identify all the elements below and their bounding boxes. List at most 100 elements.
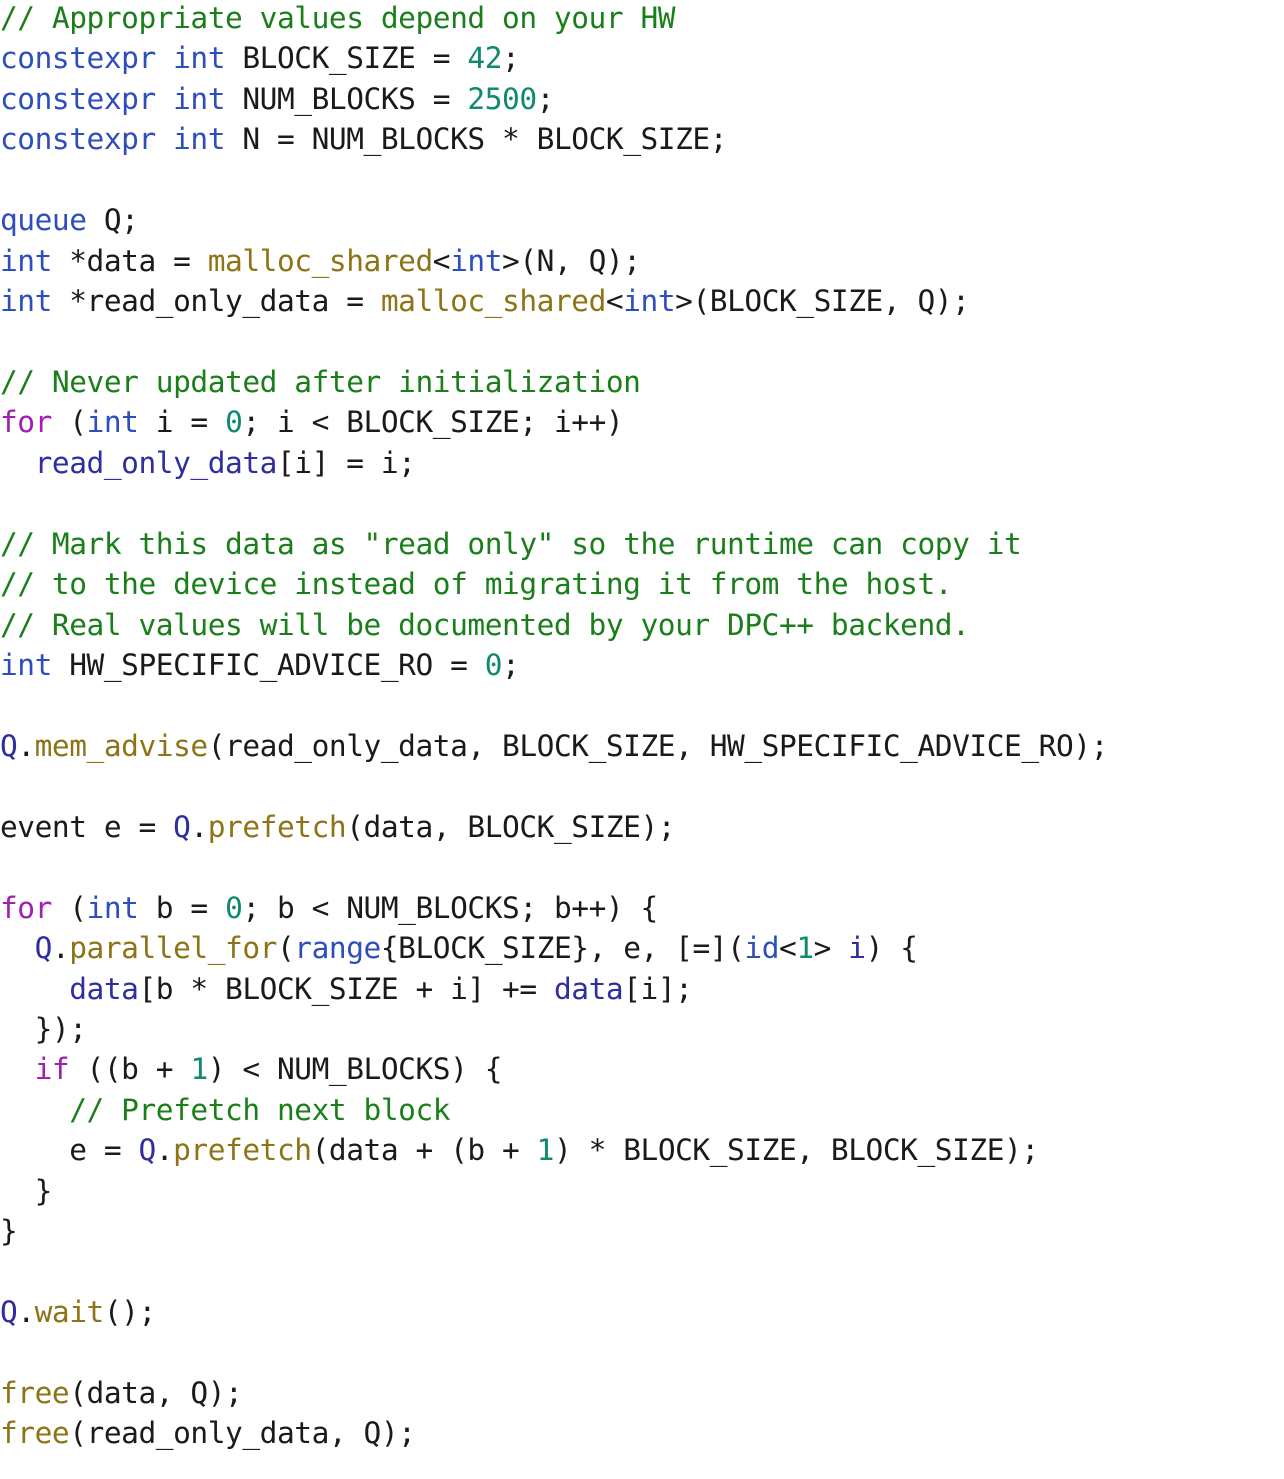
code-token: range [294, 931, 381, 966]
code-token: constexpr [0, 41, 156, 76]
code-token: . [190, 809, 208, 844]
code-token: // Never updated after initialization [0, 364, 641, 399]
code-line: int *read_only_data = malloc_shared<int>… [0, 281, 1108, 321]
code-token: queue [0, 203, 87, 238]
code-line: // Mark this data as "read only" so the … [0, 524, 1108, 564]
code-line: // Appropriate values depend on your HW [0, 0, 1108, 38]
code-line: int HW_SPECIFIC_ADVICE_RO = 0; [0, 645, 1108, 685]
code-token: i [848, 931, 866, 966]
code-token: int [173, 41, 226, 76]
code-token: e = [0, 1133, 139, 1168]
code-token: Q [0, 728, 18, 763]
code-token: // Prefetch next block [69, 1092, 451, 1127]
code-token: int [173, 122, 226, 157]
code-token: prefetch [173, 1133, 312, 1168]
code-token: Q [173, 809, 191, 844]
code-token: parallel_for [69, 931, 277, 966]
code-token: >(N, Q); [502, 243, 641, 278]
code-token: ; [502, 41, 520, 76]
code-token: prefetch [207, 809, 347, 844]
code-line: constexpr int BLOCK_SIZE = 42; [0, 38, 1108, 78]
code-line: for (int i = 0; i < BLOCK_SIZE; i++) [0, 402, 1108, 442]
code-line: int *data = malloc_shared<int>(N, Q); [0, 241, 1108, 281]
code-token: (data, Q); [69, 1375, 243, 1410]
code-line: constexpr int N = NUM_BLOCKS * BLOCK_SIZ… [0, 119, 1108, 159]
code-token: malloc_shared [380, 284, 606, 319]
code-token: int [86, 405, 139, 440]
code-token: int [0, 243, 52, 278]
code-token: 1 [536, 1133, 555, 1168]
code-token: malloc_shared [207, 243, 433, 278]
code-token: read_only_data [34, 445, 278, 480]
code-token: for [0, 890, 52, 925]
code-token: wait [34, 1295, 105, 1329]
code-token: free [0, 1375, 70, 1410]
code-token: ; [502, 648, 520, 682]
code-token: > [813, 931, 849, 966]
code-token: Q [138, 1133, 156, 1168]
code-token: 0 [484, 648, 503, 682]
code-token: (read_only_data, BLOCK_SIZE, HW_SPECIFIC… [207, 728, 1109, 763]
code-token: 42 [467, 41, 503, 76]
code-token: Q; [86, 203, 139, 238]
code-token: {BLOCK_SIZE}, e, [=]( [380, 931, 745, 966]
code-token: int [0, 284, 52, 319]
code-line: Q.wait(); [0, 1292, 1108, 1332]
code-line: data[b * BLOCK_SIZE + i] += data[i]; [0, 969, 1108, 1009]
code-line: } [0, 1211, 1108, 1251]
code-token: NUM_BLOCKS = [225, 81, 468, 116]
code-token: int [0, 648, 52, 682]
code-line: // to the device instead of migrating it… [0, 564, 1108, 604]
code-token: free [0, 1416, 70, 1451]
code-token: . [51, 931, 70, 966]
code-listing[interactable]: // Appropriate values depend on your HW c… [0, 0, 1108, 1454]
code-token: }); [0, 1011, 87, 1046]
code-line: e = Q.prefetch(data + (b + 1) * BLOCK_SI… [0, 1130, 1108, 1170]
code-token: Q [34, 931, 53, 966]
code-token: [b * BLOCK_SIZE + i] += [138, 971, 554, 1006]
code-token: event e = [0, 809, 174, 844]
code-token: ) < NUM_BLOCKS) { [207, 1052, 503, 1087]
code-token: i = [138, 405, 226, 440]
code-line: Q.mem_advise(read_only_data, BLOCK_SIZE,… [0, 726, 1108, 766]
code-token: BLOCK_SIZE = [225, 41, 468, 76]
code-token: ( [51, 890, 87, 925]
code-line: Q.parallel_for(range{BLOCK_SIZE}, e, [=]… [0, 928, 1108, 968]
code-token: N = NUM_BLOCKS * BLOCK_SIZE; [225, 122, 728, 157]
code-token: [i]; [623, 971, 693, 1006]
code-token: (data, BLOCK_SIZE); [346, 809, 676, 844]
code-token: . [155, 1133, 174, 1168]
code-token: mem_advise [34, 728, 209, 763]
code-token: int [86, 890, 139, 925]
code-line: // Prefetch next block [0, 1090, 1108, 1130]
code-token: int [173, 81, 226, 116]
code-token: *read_only_data = [51, 284, 381, 319]
code-token: if [34, 1052, 70, 1087]
code-token: HW_SPECIFIC_ADVICE_RO = [51, 648, 485, 682]
code-token: < [605, 284, 624, 319]
code-token: . [17, 1295, 35, 1329]
code-token: (data + (b + [311, 1133, 537, 1168]
code-token: ( [276, 931, 295, 966]
code-token: data [553, 971, 624, 1006]
code-token: // Real values will be documented by you… [0, 607, 970, 642]
code-token: *data = [51, 243, 208, 278]
code-token: ( [51, 405, 87, 440]
code-token: } [0, 1173, 53, 1208]
code-token: 0 [225, 405, 243, 440]
code-token: ; i < BLOCK_SIZE; i++) [242, 405, 624, 440]
code-token: b = [138, 890, 226, 925]
code-token: (); [103, 1295, 156, 1329]
code-token: // Mark this data as "read only" so the … [0, 526, 1022, 561]
code-token: ; b < NUM_BLOCKS; b++) { [242, 890, 658, 925]
code-line: }); [0, 1009, 1108, 1049]
